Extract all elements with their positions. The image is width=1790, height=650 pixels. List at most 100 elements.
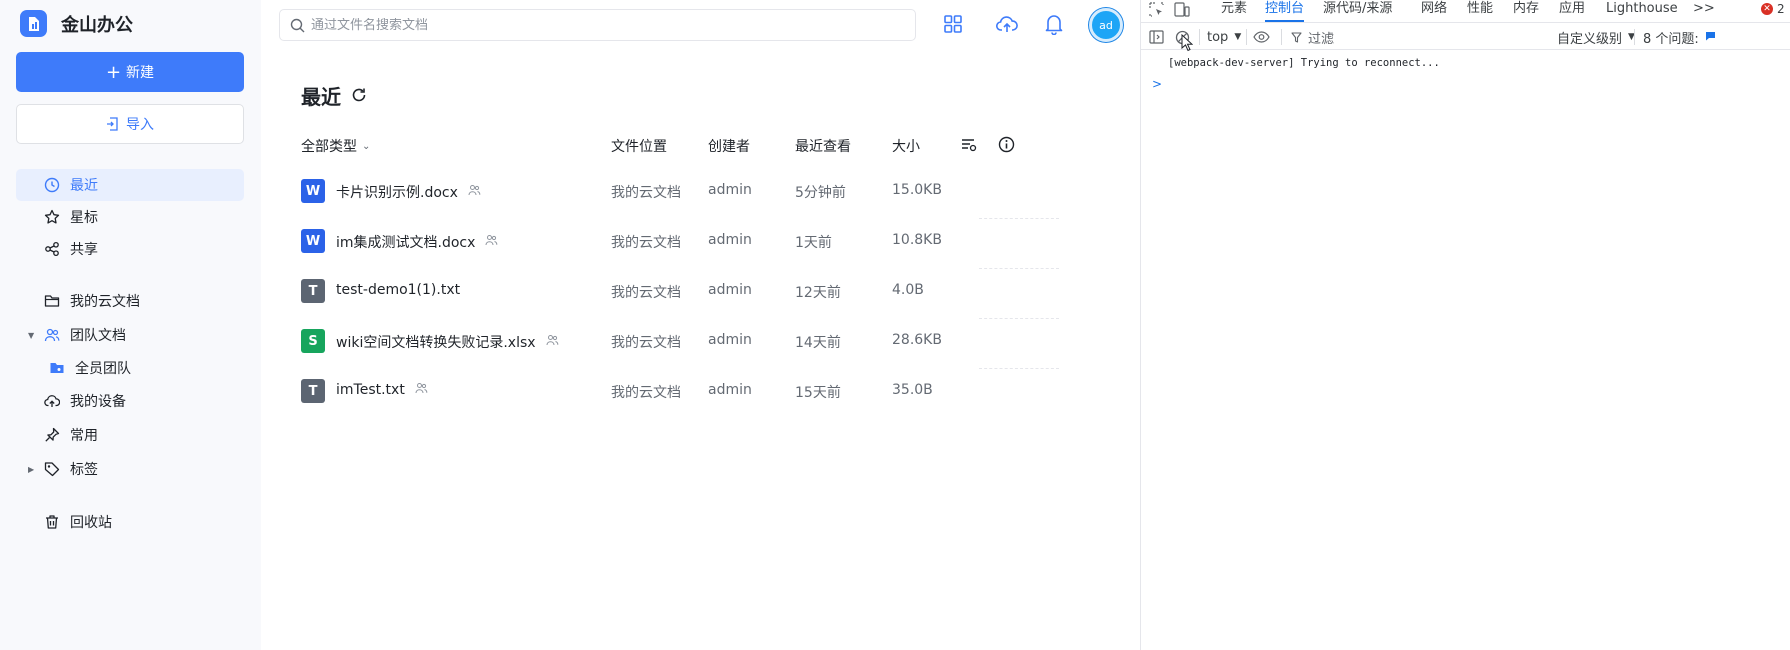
- pin-icon: [43, 426, 61, 444]
- log-level-label: 自定义级别: [1557, 31, 1623, 47]
- import-button[interactable]: 导入: [16, 104, 244, 144]
- table-row[interactable]: T imTest.txt 我的云文档 admin 15天前 35.0B: [299, 363, 1089, 419]
- team-icon: [43, 326, 61, 344]
- file-location: 我的云文档: [611, 185, 681, 201]
- type-filter-dropdown[interactable]: 全部类型 ⌄: [301, 136, 370, 156]
- console-message: [webpack-dev-server] Trying to reconnect…: [1168, 57, 1440, 69]
- file-creator: admin: [708, 332, 752, 348]
- sidebar-item-label: 共享: [70, 242, 98, 258]
- device-toggle-icon[interactable]: [1174, 2, 1190, 24]
- console-toolbar: top ▼ 过滤 自定义级别 ▼ 8 个问题:: [1141, 23, 1790, 53]
- console-prompt-icon[interactable]: >: [1152, 77, 1162, 91]
- sidebar-item-recent[interactable]: 最近: [16, 169, 244, 201]
- sidebar-item-starred[interactable]: 星标: [16, 201, 244, 233]
- sidebar-item-shared[interactable]: 共享: [16, 233, 244, 265]
- page-title: 最近: [301, 81, 367, 110]
- file-viewed: 1天前: [795, 235, 832, 251]
- sidebar-item-label: 全员团队: [75, 361, 131, 377]
- file-name[interactable]: 卡片识别示例.docx: [336, 182, 481, 202]
- sidebar-item-label: 标签: [70, 462, 98, 478]
- team-folder-icon: [48, 359, 66, 377]
- sidebar-toggle-icon[interactable]: [1149, 27, 1164, 47]
- file-name[interactable]: wiki空间文档转换失败记录.xlsx: [336, 332, 559, 352]
- file-size: 15.0KB: [892, 182, 942, 198]
- word-file-icon: W: [301, 179, 325, 203]
- tab-lighthouse[interactable]: Lighthouse: [1606, 0, 1678, 22]
- share-icon: [43, 240, 61, 258]
- file-name-text: test-demo1(1).txt: [336, 282, 461, 298]
- import-button-label: 导入: [126, 117, 154, 133]
- new-button[interactable]: + 新建: [16, 52, 244, 92]
- live-expression-eye-icon[interactable]: [1253, 27, 1270, 47]
- tab-sources[interactable]: 源代码/来源: [1323, 0, 1392, 22]
- file-name-text: wiki空间文档转换失败记录.xlsx: [336, 335, 536, 351]
- sidebar-item-label: 最近: [70, 178, 98, 194]
- column-header-viewed[interactable]: 最近查看: [795, 136, 851, 156]
- error-count-badge[interactable]: ✕ 2: [1761, 2, 1785, 16]
- sidebar-item-my-docs[interactable]: 我的云文档: [16, 285, 244, 317]
- info-icon[interactable]: [998, 136, 1015, 157]
- table-row[interactable]: W 卡片识别示例.docx 我的云文档 admin 5分钟前 15.0KB: [299, 163, 1089, 219]
- tab-memory[interactable]: 内存: [1513, 0, 1539, 22]
- bell-icon[interactable]: [1042, 12, 1066, 36]
- table-row[interactable]: W im集成测试文档.docx 我的云文档 admin 1天前 10.8KB: [299, 213, 1089, 269]
- column-header-size[interactable]: 大小: [892, 136, 920, 156]
- file-creator: admin: [708, 382, 752, 398]
- toolbar-divider: [1246, 29, 1247, 45]
- error-count: 2: [1777, 2, 1785, 16]
- apps-grid-icon[interactable]: [941, 12, 965, 36]
- sidebar-item-frequent[interactable]: 常用: [16, 419, 244, 451]
- toolbar-divider: [1634, 29, 1635, 45]
- file-size: 28.6KB: [892, 332, 942, 348]
- inspect-element-icon[interactable]: [1149, 2, 1164, 24]
- mouse-cursor-icon: [1181, 33, 1193, 53]
- table-row[interactable]: S wiki空间文档转换失败记录.xlsx 我的云文档 admin 14天前 2…: [299, 313, 1089, 369]
- context-selector[interactable]: top ▼: [1207, 27, 1241, 47]
- tab-console[interactable]: 控制台: [1265, 0, 1305, 22]
- sidebar-item-recycle[interactable]: 回收站: [16, 506, 244, 538]
- caret-down-icon[interactable]: ▼: [28, 331, 34, 340]
- sidebar-item-team-docs[interactable]: ▼ 团队文档: [16, 319, 244, 351]
- sidebar-item-my-devices[interactable]: 我的设备: [16, 385, 244, 417]
- sidebar-item-tags[interactable]: ▶ 标签: [16, 453, 244, 485]
- sidebar-item-label: 我的设备: [70, 394, 126, 410]
- caret-right-icon[interactable]: ▶: [28, 465, 34, 474]
- cloud-upload-icon: [43, 392, 61, 410]
- toolbar-divider: [1199, 29, 1200, 45]
- toolbar-divider: [1281, 29, 1282, 45]
- tab-elements[interactable]: 元素: [1221, 0, 1247, 22]
- file-size: 4.0B: [892, 282, 924, 298]
- file-viewed: 12天前: [795, 285, 841, 301]
- issues-counter[interactable]: 8 个问题:: [1643, 27, 1716, 47]
- text-file-icon: T: [301, 279, 325, 303]
- column-header-creator: 创建者: [708, 139, 750, 155]
- file-name[interactable]: imTest.txt: [336, 382, 428, 398]
- table-row[interactable]: T test-demo1(1).txt 我的云文档 admin 12天前 4.0…: [299, 263, 1089, 319]
- more-tabs-button[interactable]: >>: [1693, 0, 1715, 22]
- search-bar[interactable]: [279, 9, 916, 41]
- spreadsheet-file-icon: S: [301, 329, 325, 353]
- column-settings-icon[interactable]: [961, 137, 977, 157]
- file-name[interactable]: im集成测试文档.docx: [336, 232, 498, 252]
- refresh-icon[interactable]: [351, 84, 367, 108]
- sidebar-item-all-team[interactable]: 全员团队: [16, 352, 244, 384]
- tab-network[interactable]: 网络: [1421, 0, 1447, 22]
- search-input[interactable]: [311, 17, 871, 33]
- new-button-label: 新建: [126, 65, 155, 81]
- chevron-down-icon: ⌄: [362, 140, 371, 152]
- avatar[interactable]: ad: [1089, 8, 1123, 42]
- page-title-text: 最近: [301, 85, 341, 109]
- file-name[interactable]: test-demo1(1).txt: [336, 282, 460, 298]
- main-content: ad 最近 全部类型 ⌄ 文件位置 创建者 最近查看 大小 W 卡片识别示例.d…: [261, 0, 1141, 650]
- word-file-icon: W: [301, 229, 325, 253]
- file-viewed: 15天前: [795, 385, 841, 401]
- tab-application[interactable]: 应用: [1559, 0, 1585, 22]
- tab-performance[interactable]: 性能: [1467, 0, 1493, 22]
- folder-icon: [43, 292, 61, 310]
- log-level-selector[interactable]: 自定义级别 ▼: [1557, 27, 1635, 47]
- cloud-upload-icon[interactable]: [995, 12, 1019, 36]
- devtools-panel: 元素 控制台 源代码/来源 网络 性能 内存 应用 Lighthouse >> …: [1141, 0, 1790, 650]
- filter-input[interactable]: 过滤: [1291, 27, 1334, 47]
- sidebar: 金山办公 + 新建 导入 最近 星标 共享 我的云文档 ▼ 团队文档 全员团队 …: [0, 0, 261, 650]
- file-viewed: 5分钟前: [795, 185, 846, 201]
